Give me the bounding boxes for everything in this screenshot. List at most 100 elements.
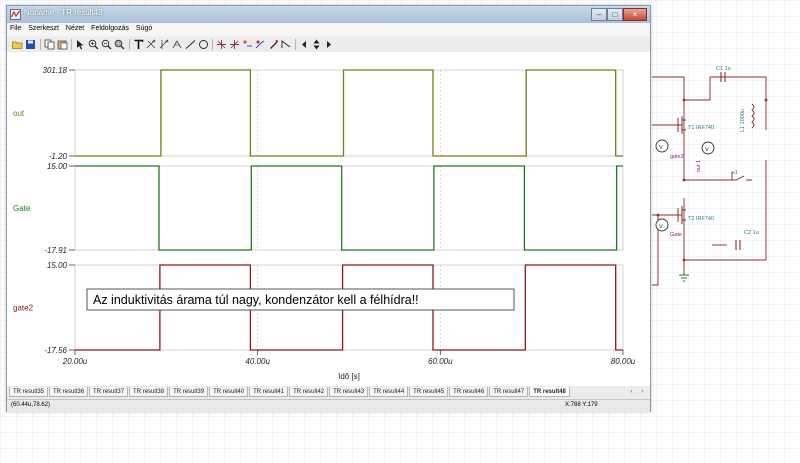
toolbar <box>7 37 650 53</box>
toolbar-separator <box>71 39 72 50</box>
junction-dot <box>764 98 768 102</box>
tab-tr-result37[interactable]: TR result37 <box>89 387 129 397</box>
series-label-Gate: Gate <box>13 204 31 213</box>
marker-1-icon[interactable] <box>216 39 227 50</box>
switch-s1 <box>732 175 752 181</box>
cursor-1-icon[interactable] <box>146 39 157 50</box>
y-tick-label-top: 15.00 <box>47 162 68 171</box>
line-tool-icon[interactable] <box>185 39 196 50</box>
cursor-2-icon[interactable] <box>159 39 170 50</box>
x-tick-label: 60.00u <box>428 357 453 366</box>
label-s1: s1 <box>732 170 738 176</box>
x-tick-label: 40.00u <box>245 357 270 366</box>
tab-tr-result36[interactable]: TR result36 <box>49 387 89 397</box>
maximize-button[interactable]: □ <box>607 8 623 21</box>
series-label-out: out <box>13 109 25 118</box>
result-tabs: TR result35 TR result36 TR result37 TR resu… <box>7 386 650 399</box>
plot-area[interactable]: 301.18 -1.20 out 15.00 -17.91 Gate 15.00 -17.56… <box>7 52 650 386</box>
tab-tr-result42[interactable]: TR result42 <box>289 387 329 397</box>
minimize-button[interactable]: – <box>591 8 607 21</box>
x-axis-label: Idő [s] <box>338 372 360 381</box>
wire-out <box>684 172 733 181</box>
pixel-position: X:788 Y:179 <box>565 402 598 408</box>
tab-tr-result38[interactable]: TR result38 <box>129 387 169 397</box>
y-tick-label-top: 15.00 <box>47 261 68 270</box>
wire-gates <box>652 124 682 216</box>
cursor-coordinates: (60.44u,78.62) <box>11 402 51 408</box>
tr-result-window: Noname - TR result48 – □ × File Szerkesz… <box>6 5 651 412</box>
zoom-fit-icon[interactable] <box>114 39 125 50</box>
pen-icon[interactable] <box>268 39 279 50</box>
tab-tr-result46[interactable]: TR result46 <box>449 387 489 397</box>
right-arrow-icon[interactable] <box>323 39 334 50</box>
copy-icon[interactable] <box>44 39 55 50</box>
tab-tr-result35[interactable]: TR result35 <box>9 387 49 397</box>
left-arrow-icon[interactable] <box>299 39 310 50</box>
y-tick-label-bottom: -17.56 <box>44 346 67 355</box>
tab-tr-result44[interactable]: TR result44 <box>369 387 409 397</box>
menu-edit[interactable]: Szerkeszt <box>25 23 61 32</box>
label-gate2: gate2 <box>670 154 684 160</box>
annotation-text: Az induktivitás árama túl nagy, kondenzá… <box>93 293 419 307</box>
marker-2-icon[interactable] <box>229 39 240 50</box>
panel-frame-out <box>74 69 624 157</box>
up-down-arrow-icon[interactable] <box>311 39 322 50</box>
x-tick-label: 80.00u <box>611 357 636 366</box>
tab-tr-result48[interactable]: TR result48 <box>529 387 570 397</box>
label-c1: C1 1u <box>716 66 731 72</box>
label-l1: L1 1000u <box>740 109 746 132</box>
tab-tr-result41[interactable]: TR result41 <box>249 387 289 397</box>
wire-top <box>652 76 767 101</box>
polyline-icon[interactable] <box>281 39 292 50</box>
toolbar-separator <box>40 39 41 50</box>
close-button[interactable]: × <box>623 8 647 21</box>
pointer-arrow-icon[interactable] <box>75 39 86 50</box>
tab-tr-result40[interactable]: TR result40 <box>209 387 249 397</box>
y-tick-label-top: 301.18 <box>43 66 68 75</box>
menu-file[interactable]: File <box>7 23 23 32</box>
junction-dot <box>682 98 686 102</box>
x-tick-label: 20.00u <box>62 357 88 366</box>
toolbar-separator <box>129 39 130 50</box>
label-c2: C2 1u <box>744 230 759 236</box>
series-label-gate2: gate2 <box>13 304 34 313</box>
menu-view[interactable]: Nézet <box>63 23 86 32</box>
capacitor-c2 <box>735 240 741 250</box>
toolbar-separator <box>212 39 213 50</box>
label-t2: T2 IRF740 <box>688 216 714 222</box>
menu-process[interactable]: Feldolgozás <box>88 23 131 32</box>
text-tool-icon[interactable] <box>133 39 144 50</box>
zoom-in-icon[interactable] <box>88 39 99 50</box>
window-title: Noname - TR result48 <box>24 8 103 17</box>
circuit-schematic: C1 1u C2 1u L1 1000u T1 IRF740 T2 IRF740 Vgat… <box>652 60 770 290</box>
title-bar[interactable]: Noname - TR result48 – □ × <box>7 6 650 23</box>
menu-bar: File Szerkeszt Nézet Feldolgozás Súgó <box>7 23 650 36</box>
circle-tool-icon[interactable] <box>198 39 209 50</box>
voltmeter-out1-v: V <box>705 147 709 153</box>
voltmeter-gate-v: V <box>659 224 663 230</box>
toolbar-separator <box>295 39 296 50</box>
label-out1: out 1 <box>696 160 702 172</box>
junction-dot <box>682 258 686 262</box>
waveform-chart[interactable]: 301.18 -1.20 out 15.00 -17.91 Gate 15.00 -17.56… <box>7 52 650 386</box>
tab-tr-result43[interactable]: TR result43 <box>329 387 369 397</box>
tab-tr-result39[interactable]: TR result39 <box>169 387 209 397</box>
app-icon <box>10 9 21 20</box>
cursor-diff-icon[interactable] <box>172 39 183 50</box>
zoom-out-icon[interactable] <box>101 39 112 50</box>
tab-scroll-right-icon[interactable]: › <box>638 387 647 397</box>
marker-3-icon[interactable] <box>242 39 253 50</box>
y-tick-label-bottom: -1.20 <box>49 152 68 161</box>
label-gate: Gate <box>670 232 682 238</box>
ground-symbol <box>679 274 689 282</box>
tab-tr-result45[interactable]: TR result45 <box>409 387 449 397</box>
junction-dot <box>682 178 686 182</box>
tab-scroll-left-icon[interactable]: ‹ <box>627 387 636 397</box>
marker-4-icon[interactable] <box>255 39 266 50</box>
voltmeter-gate2-v: V <box>659 145 663 151</box>
menu-help[interactable]: Súgó <box>133 23 154 32</box>
save-disk-icon[interactable] <box>25 39 36 50</box>
paste-icon[interactable] <box>57 39 68 50</box>
tab-tr-result47[interactable]: TR result47 <box>489 387 529 397</box>
open-folder-icon[interactable] <box>12 39 23 50</box>
